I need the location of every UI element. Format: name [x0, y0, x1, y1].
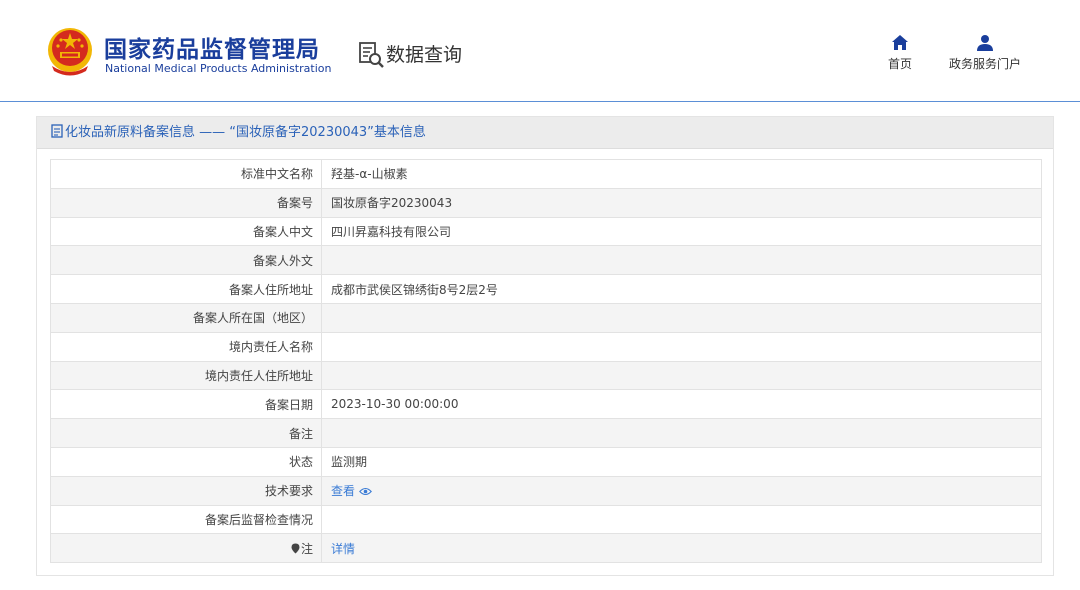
- data-query-icon: [359, 42, 384, 68]
- info-table: 标准中文名称 羟基-α-山椒素 备案号 国妆原备字20230043 备案人中文 …: [50, 159, 1042, 564]
- user-icon: [977, 35, 993, 51]
- row-label: 备案人所在国（地区）: [50, 302, 322, 333]
- row-label: 备注: [50, 418, 322, 448]
- table-row: 标准中文名称 羟基-α-山椒素: [50, 159, 1042, 189]
- nav-home-label: 首页: [887, 57, 912, 71]
- table-row: 注 详情: [50, 533, 1042, 564]
- row-value: 监测期: [321, 446, 1042, 477]
- document-icon: [51, 124, 63, 138]
- table-row: 状态 监测期: [50, 446, 1042, 477]
- national-emblem-icon: [48, 28, 92, 76]
- row-value: 四川昇嘉科技有限公司: [321, 216, 1042, 247]
- row-value: [321, 418, 1042, 448]
- view-link-label[interactable]: 查看: [331, 484, 355, 498]
- record-panel: 化妆品新原料备案信息 —— “国妆原备字20230043”基本信息 标准中文名称…: [36, 116, 1054, 576]
- table-row: 境内责任人名称: [50, 331, 1042, 362]
- row-label: 境内责任人住所地址: [50, 360, 322, 391]
- eye-icon[interactable]: [359, 487, 372, 496]
- brand-title-cn: 国家药品监督管理局: [104, 37, 320, 63]
- row-value: 查看: [321, 475, 1042, 506]
- table-row: 备案人中文 四川昇嘉科技有限公司: [50, 216, 1042, 247]
- panel-title-text: 化妆品新原料备案信息 —— “国妆原备字20230043”基本信息: [65, 125, 426, 140]
- panel-title: 化妆品新原料备案信息 —— “国妆原备字20230043”基本信息: [37, 117, 1053, 149]
- data-query-label: 数据查询: [386, 44, 463, 66]
- row-value: 详情: [321, 533, 1042, 564]
- table-row: 备案日期 2023-10-30 00:00:00: [50, 389, 1042, 420]
- view-tech-requirements-link[interactable]: 查看: [331, 484, 372, 498]
- row-label: 备案人住所地址: [50, 274, 322, 304]
- row-label: 备案日期: [50, 389, 322, 420]
- table-row: 备案人外文: [50, 245, 1042, 276]
- table-row: 备案后监督检查情况: [50, 504, 1042, 535]
- brand-title-en: National Medical Products Administration: [105, 62, 332, 75]
- row-label: 注: [50, 533, 322, 564]
- nav-portal-link[interactable]: 政务服务门户: [942, 34, 1028, 72]
- note-label: 注: [300, 541, 313, 556]
- row-value: [321, 302, 1042, 333]
- table-row: 备案号 国妆原备字20230043: [50, 187, 1042, 218]
- row-value: 羟基-α-山椒素: [321, 159, 1042, 189]
- details-link[interactable]: 详情: [331, 542, 355, 556]
- table-row: 备案人住所地址 成都市武侯区锦绣街8号2层2号: [50, 274, 1042, 304]
- row-label: 状态: [50, 446, 322, 477]
- row-label: 备案号: [50, 187, 322, 218]
- table-row: 境内责任人住所地址: [50, 360, 1042, 391]
- nav-home-link[interactable]: 首页: [878, 34, 922, 72]
- row-value: [321, 504, 1042, 535]
- row-label: 备案人中文: [50, 216, 322, 247]
- row-value: [321, 360, 1042, 391]
- table-row: 备案人所在国（地区）: [50, 302, 1042, 333]
- row-label: 境内责任人名称: [50, 331, 322, 362]
- pin-icon: [291, 543, 300, 554]
- home-icon: [892, 35, 908, 50]
- site-header: 国家药品监督管理局 National Medical Products Admi…: [0, 0, 1080, 102]
- row-label: 标准中文名称: [50, 159, 322, 189]
- row-value: 2023-10-30 00:00:00: [321, 389, 1042, 420]
- row-label: 技术要求: [50, 475, 322, 506]
- nav-portal-label: 政务服务门户: [948, 57, 1021, 71]
- row-label: 备案人外文: [50, 245, 322, 276]
- row-value: [321, 331, 1042, 362]
- table-row: 备注: [50, 418, 1042, 448]
- row-label: 备案后监督检查情况: [50, 504, 322, 535]
- table-row: 技术要求 查看: [50, 475, 1042, 506]
- row-value: 成都市武侯区锦绣街8号2层2号: [321, 274, 1042, 304]
- row-value: [321, 245, 1042, 276]
- row-value: 国妆原备字20230043: [321, 187, 1042, 218]
